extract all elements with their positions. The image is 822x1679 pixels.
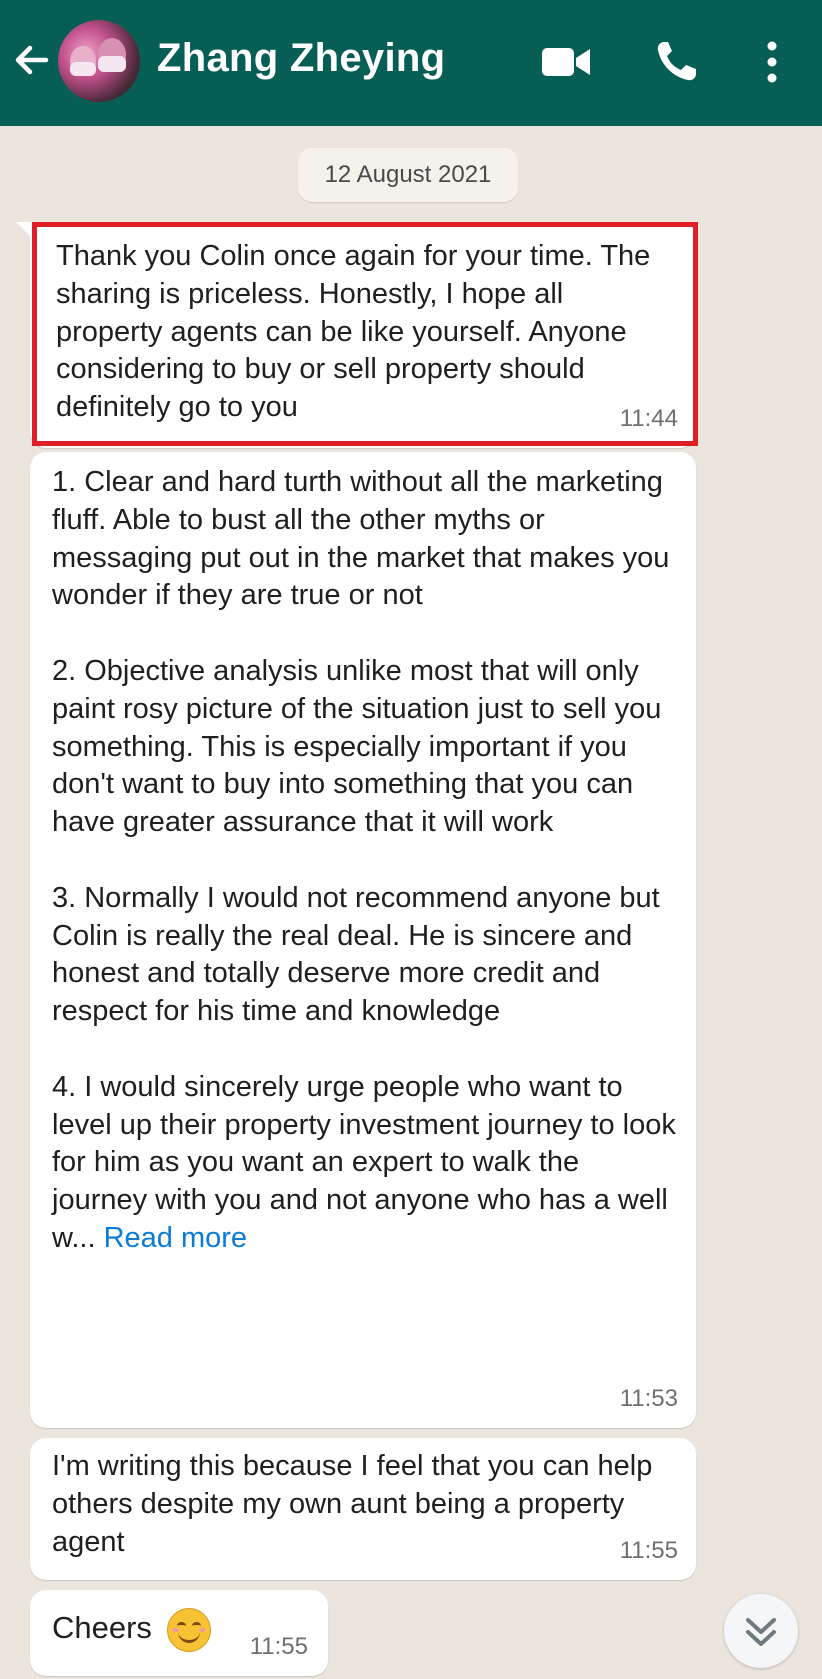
message-text: 1. Clear and hard turth without all the … bbox=[52, 466, 676, 1254]
double-chevron-down-icon bbox=[746, 1618, 776, 1646]
message-bubble[interactable]: 1. Clear and hard turth without all the … bbox=[30, 452, 696, 1428]
highlight-box bbox=[32, 222, 698, 446]
message-bubble[interactable]: I'm writing this because I feel that you… bbox=[30, 1438, 696, 1580]
scroll-to-bottom-button[interactable] bbox=[724, 1594, 798, 1668]
read-more-link[interactable]: Read more bbox=[104, 1222, 247, 1254]
message-time: 11:55 bbox=[619, 1537, 678, 1565]
more-options-icon[interactable] bbox=[748, 38, 796, 86]
message-text: I'm writing this because I feel that you… bbox=[52, 1450, 661, 1558]
video-call-icon[interactable] bbox=[540, 38, 592, 86]
chat-header: Zhang Zheying bbox=[0, 0, 822, 126]
message-time: 11:53 bbox=[619, 1385, 678, 1413]
message-bubble[interactable]: Cheers 11:55 bbox=[30, 1590, 328, 1676]
phone-icon[interactable] bbox=[652, 38, 704, 86]
contact-name[interactable]: Zhang Zheying bbox=[157, 36, 445, 81]
contact-avatar[interactable] bbox=[58, 20, 140, 102]
message-text: Cheers bbox=[52, 1610, 152, 1646]
message-time: 11:55 bbox=[249, 1633, 308, 1661]
back-arrow-icon[interactable] bbox=[10, 38, 54, 82]
smiling-face-emoji bbox=[166, 1608, 211, 1652]
date-chip: 12 August 2021 bbox=[298, 148, 518, 202]
